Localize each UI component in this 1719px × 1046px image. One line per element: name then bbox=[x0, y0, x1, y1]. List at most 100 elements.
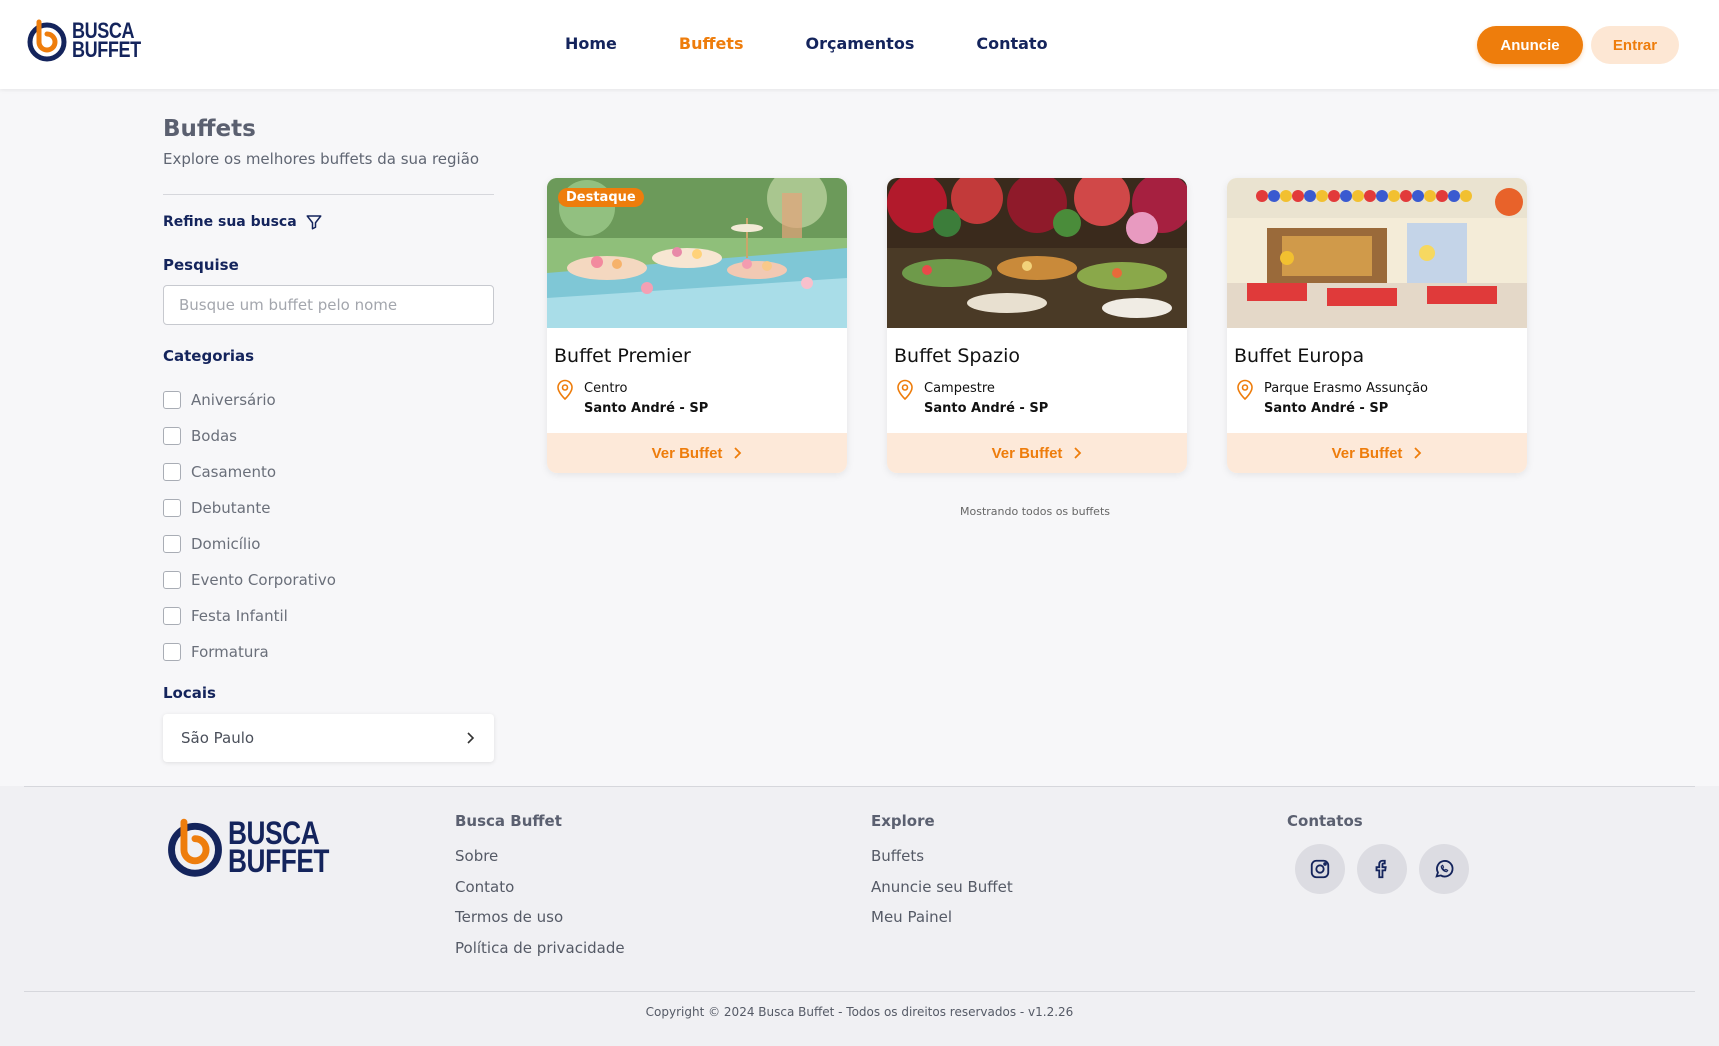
whatsapp-button[interactable] bbox=[1419, 844, 1469, 894]
category-label: Formatura bbox=[191, 643, 269, 661]
checkbox[interactable] bbox=[163, 607, 181, 625]
ver-buffet-label: Ver Buffet bbox=[651, 444, 723, 462]
category-label: Festa Infantil bbox=[191, 607, 288, 625]
buffet-photo[interactable] bbox=[887, 178, 1187, 328]
search-input[interactable] bbox=[163, 285, 494, 325]
page-subtitle: Explore os melhores buffets da sua regiã… bbox=[163, 150, 480, 168]
footer-col-title: Contatos bbox=[1287, 812, 1363, 830]
checkbox[interactable] bbox=[163, 499, 181, 517]
footer-link-anuncie[interactable]: Anuncie seu Buffet bbox=[871, 872, 1013, 903]
footer-link-meu-painel[interactable]: Meu Painel bbox=[871, 902, 1013, 933]
buffet-card-europa[interactable]: Buffet Europa Parque Erasmo Assunção San… bbox=[1227, 178, 1527, 473]
category-item-domicilio[interactable]: Domicílio bbox=[163, 526, 336, 562]
footer-col-contatos: Contatos bbox=[1287, 812, 1363, 841]
category-item-aniversario[interactable]: Aniversário bbox=[163, 382, 336, 418]
page-title: Buffets bbox=[163, 116, 256, 142]
category-item-debutante[interactable]: Debutante bbox=[163, 490, 336, 526]
footer-link-privacidade[interactable]: Política de privacidade bbox=[455, 933, 625, 964]
logo-text-line2: BUFFET bbox=[228, 843, 330, 879]
map-pin-icon bbox=[897, 379, 913, 401]
category-label: Casamento bbox=[191, 463, 277, 481]
instagram-icon bbox=[1310, 859, 1330, 879]
category-item-bodas[interactable]: Bodas bbox=[163, 418, 336, 454]
logo-mark-icon bbox=[168, 818, 222, 877]
chevron-right-icon bbox=[734, 447, 742, 459]
buffet-city: Santo André - SP bbox=[924, 401, 1049, 416]
chevron-right-icon bbox=[1074, 447, 1082, 459]
buffet-card-spazio[interactable]: Buffet Spazio Campestre Santo André - SP… bbox=[887, 178, 1187, 473]
buffet-location: Centro Santo André - SP bbox=[556, 379, 708, 419]
checkbox[interactable] bbox=[163, 463, 181, 481]
header: BUSCA BUFFET Home Buffets Orçamentos Con… bbox=[0, 0, 1719, 89]
logo[interactable]: BUSCA BUFFET bbox=[26, 18, 156, 62]
category-label: Domicílio bbox=[191, 535, 261, 553]
ver-buffet-button[interactable]: Ver Buffet bbox=[547, 433, 847, 473]
footer-col-title: Busca Buffet bbox=[455, 812, 562, 830]
categories-label: Categorias bbox=[163, 347, 255, 365]
ver-buffet-button[interactable]: Ver Buffet bbox=[1227, 433, 1527, 473]
nav-orcamentos[interactable]: Orçamentos bbox=[805, 34, 914, 53]
footer-bottom-divider bbox=[24, 991, 1695, 992]
nav-contato[interactable]: Contato bbox=[976, 34, 1047, 53]
category-item-evento-corporativo[interactable]: Evento Corporativo bbox=[163, 562, 336, 598]
nav-buffets[interactable]: Buffets bbox=[679, 34, 744, 53]
refine-label: Refine sua busca bbox=[163, 214, 297, 230]
buffet-neighborhood: Parque Erasmo Assunção bbox=[1264, 381, 1428, 396]
buffet-city: Santo André - SP bbox=[584, 401, 709, 416]
chevron-right-icon bbox=[1414, 447, 1422, 459]
whatsapp-icon bbox=[1435, 860, 1454, 878]
footer-link-termos[interactable]: Termos de uso bbox=[455, 902, 625, 933]
facebook-icon bbox=[1375, 859, 1387, 879]
category-label: Evento Corporativo bbox=[191, 571, 336, 589]
category-item-festa-infantil[interactable]: Festa Infantil bbox=[163, 598, 336, 634]
ver-buffet-label: Ver Buffet bbox=[1331, 444, 1403, 462]
buffet-city: Santo André - SP bbox=[1264, 401, 1389, 416]
buffet-name: Buffet Europa bbox=[1234, 345, 1365, 367]
locais-label: Locais bbox=[163, 684, 216, 702]
results-note: Mostrando todos os buffets bbox=[960, 505, 1110, 518]
logo-text-line2: BUFFET bbox=[72, 37, 141, 62]
checkbox[interactable] bbox=[163, 427, 181, 445]
search-label: Pesquise bbox=[163, 256, 239, 274]
buffet-photo[interactable] bbox=[1227, 178, 1527, 328]
ver-buffet-label: Ver Buffet bbox=[991, 444, 1063, 462]
entrar-button[interactable]: Entrar bbox=[1591, 26, 1679, 64]
footer-link-contato[interactable]: Contato bbox=[455, 872, 625, 903]
refine-heading: Refine sua busca bbox=[163, 213, 323, 231]
anuncie-button[interactable]: Anuncie bbox=[1477, 26, 1583, 64]
logo-mark-icon bbox=[27, 19, 67, 62]
buffet-neighborhood: Centro bbox=[584, 381, 628, 396]
featured-badge: Destaque bbox=[558, 188, 644, 207]
category-item-formatura[interactable]: Formatura bbox=[163, 634, 336, 670]
category-item-casamento[interactable]: Casamento bbox=[163, 454, 336, 490]
category-label: Debutante bbox=[191, 499, 271, 517]
buffet-neighborhood: Campestre bbox=[924, 381, 995, 396]
category-label: Bodas bbox=[191, 427, 237, 445]
ver-buffet-button[interactable]: Ver Buffet bbox=[887, 433, 1187, 473]
sidebar-divider bbox=[163, 194, 494, 195]
footer-col-busca-buffet: Busca Buffet Sobre Contato Termos de uso… bbox=[455, 812, 625, 963]
buffet-name: Buffet Premier bbox=[554, 345, 691, 367]
social-links bbox=[1295, 844, 1469, 894]
buffet-name: Buffet Spazio bbox=[894, 345, 1020, 367]
facebook-button[interactable] bbox=[1357, 844, 1407, 894]
chevron-right-icon bbox=[467, 732, 475, 744]
checkbox[interactable] bbox=[163, 391, 181, 409]
buffet-card-premier[interactable]: Destaque Buffet Premier Centro Santo And… bbox=[547, 178, 847, 473]
buffet-location: Parque Erasmo Assunção Santo André - SP bbox=[1236, 379, 1428, 419]
footer-link-sobre[interactable]: Sobre bbox=[455, 841, 625, 872]
checkbox[interactable] bbox=[163, 643, 181, 661]
footer-link-buffets[interactable]: Buffets bbox=[871, 841, 1013, 872]
footer-logo[interactable]: BUSCA BUFFET bbox=[166, 816, 351, 878]
category-label: Aniversário bbox=[191, 391, 276, 409]
checkbox[interactable] bbox=[163, 535, 181, 553]
nav-home[interactable]: Home bbox=[565, 34, 617, 53]
checkbox[interactable] bbox=[163, 571, 181, 589]
footer-divider bbox=[24, 786, 1695, 787]
main-nav: Home Buffets Orçamentos Contato bbox=[565, 34, 1048, 53]
instagram-button[interactable] bbox=[1295, 844, 1345, 894]
map-pin-icon bbox=[557, 379, 573, 401]
local-sao-paulo[interactable]: São Paulo bbox=[163, 714, 494, 762]
footer-col-explore: Explore Buffets Anuncie seu Buffet Meu P… bbox=[871, 812, 1013, 933]
local-label: São Paulo bbox=[181, 729, 255, 747]
